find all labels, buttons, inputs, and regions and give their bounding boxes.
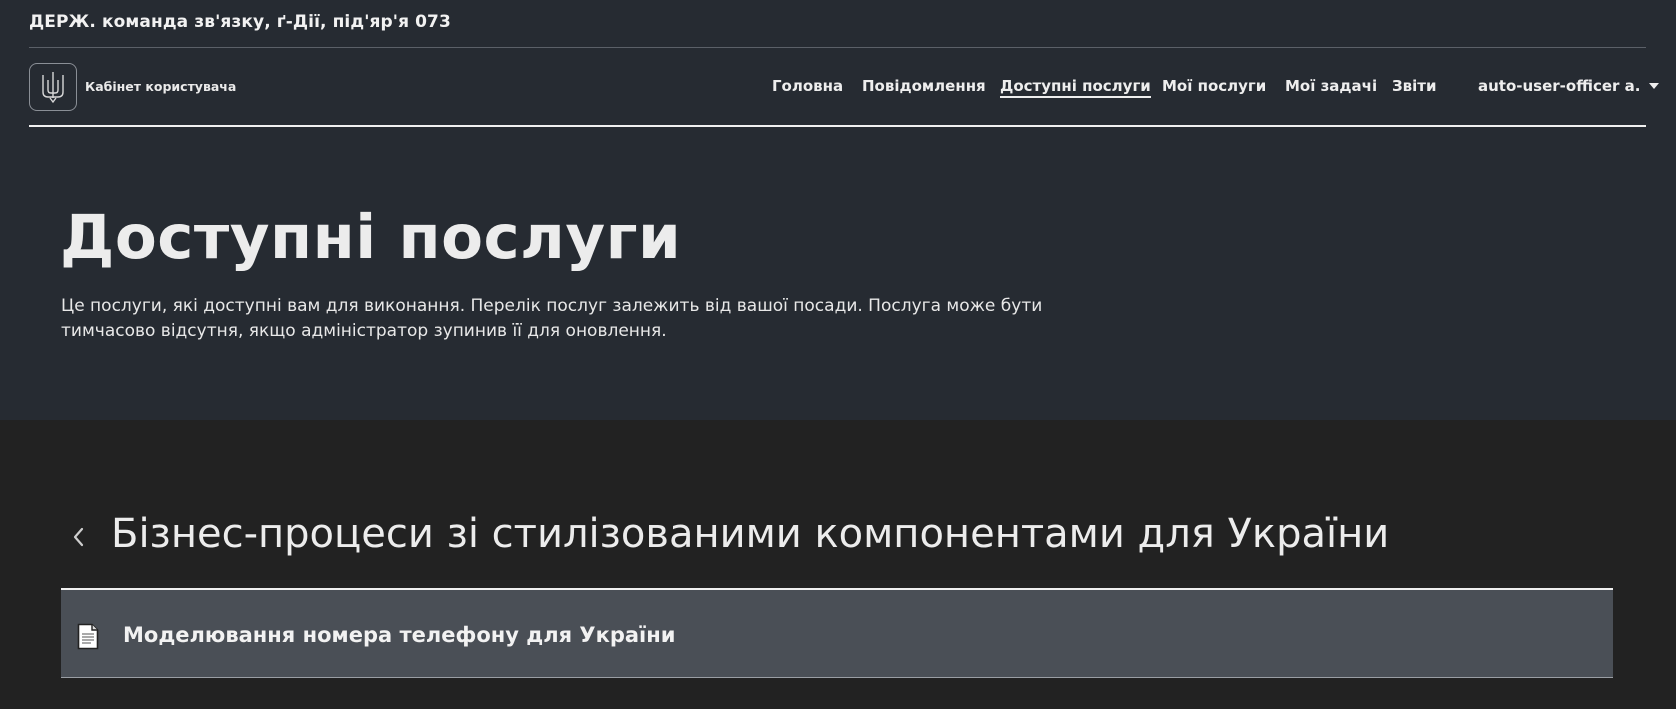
service-label: Моделювання номера телефону для України	[123, 623, 676, 647]
nav-item-reports[interactable]: Звіти	[1392, 77, 1437, 95]
org-title: ДЕРЖ. команда зв'язку, ґ-Дії, під'яр'я 0…	[29, 12, 451, 32]
nav-item-my-services[interactable]: Мої послуги	[1162, 77, 1266, 95]
nav-item-notifications[interactable]: Повідомлення	[862, 77, 986, 95]
header-divider	[29, 47, 1646, 48]
nav-divider	[29, 125, 1646, 127]
chevron-left-icon[interactable]	[66, 522, 90, 552]
service-item[interactable]: Моделювання номера телефону для України	[61, 588, 1613, 678]
nav-item-available-services[interactable]: Доступні послуги	[1000, 77, 1151, 98]
user-menu[interactable]: auto-user-officer a.	[1478, 77, 1660, 95]
nav-item-my-tasks[interactable]: Мої задачі	[1285, 77, 1377, 95]
document-icon	[77, 623, 99, 650]
caret-down-icon	[1649, 83, 1660, 89]
user-name: auto-user-officer a.	[1478, 77, 1641, 95]
nav-item-home[interactable]: Головна	[772, 77, 843, 95]
main-nav: Головна Повідомлення Доступні послуги Мо…	[0, 77, 1676, 101]
page-description: Це послуги, які доступні вам для виконан…	[61, 296, 1043, 341]
page-title: Доступні послуги	[60, 202, 682, 273]
section-title: Бізнес-процеси зі стилізованими компонен…	[111, 511, 1390, 557]
